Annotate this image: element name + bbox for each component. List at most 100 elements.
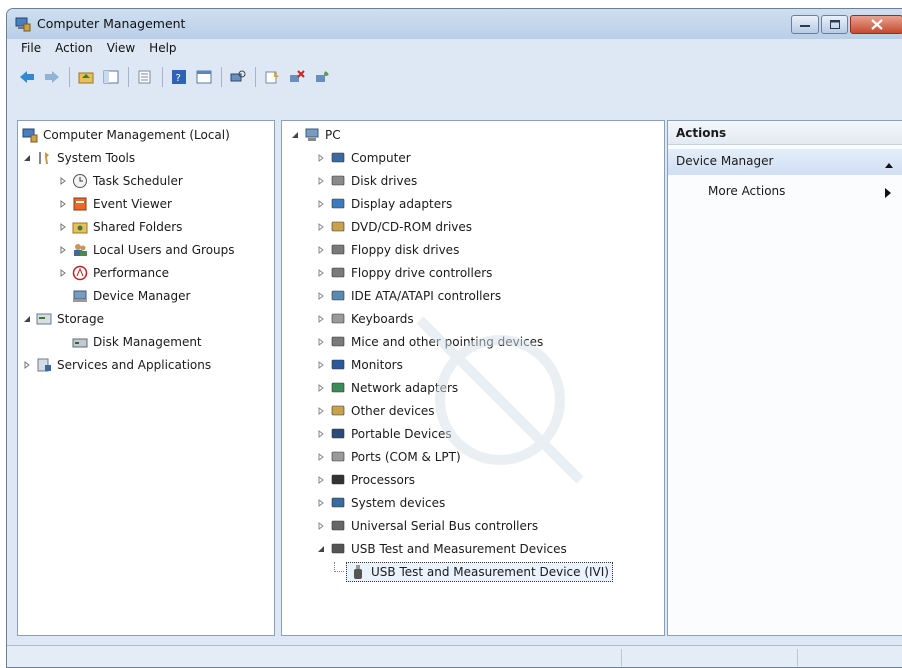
expand-arrow-icon[interactable] <box>58 245 68 255</box>
device-category[interactable]: USB Test and Measurement Devices <box>316 539 567 559</box>
expand-arrow-icon[interactable] <box>316 291 326 301</box>
tree-node-device-manager[interactable]: Device Manager <box>72 286 190 306</box>
selected-device[interactable]: USB Test and Measurement Device (IVI) <box>346 562 613 582</box>
device-category[interactable]: Universal Serial Bus controllers <box>316 516 538 536</box>
expand-arrow-icon[interactable] <box>316 452 326 462</box>
device-category[interactable]: Mice and other pointing devices <box>316 332 543 352</box>
expand-arrow-icon[interactable] <box>316 176 326 186</box>
collapse-up-icon[interactable] <box>885 157 893 171</box>
device-category-icon <box>330 196 346 212</box>
window-title: Computer Management <box>37 16 186 31</box>
tree-node-local-users[interactable]: Local Users and Groups <box>58 240 235 260</box>
submenu-arrow-icon <box>885 187 891 201</box>
forward-icon[interactable] <box>42 67 62 87</box>
expand-arrow-icon[interactable] <box>58 176 68 186</box>
more-actions-item[interactable]: More Actions <box>668 181 902 203</box>
menu-file[interactable]: File <box>15 39 49 59</box>
expand-arrow-icon[interactable] <box>316 360 326 370</box>
title-bar[interactable]: Computer Management <box>7 9 902 39</box>
console-view-icon[interactable] <box>194 67 214 87</box>
device-category[interactable]: Network adapters <box>316 378 458 398</box>
device-category[interactable]: Floppy drive controllers <box>316 263 492 283</box>
tree-node-performance[interactable]: Performance <box>58 263 169 283</box>
menu-help[interactable]: Help <box>143 39 184 59</box>
expand-arrow-icon[interactable] <box>316 406 326 416</box>
expand-arrow-icon[interactable] <box>316 245 326 255</box>
expand-arrow-icon[interactable] <box>316 475 326 485</box>
show-hide-tree-icon[interactable] <box>101 67 121 87</box>
collapse-arrow-icon[interactable] <box>22 153 32 163</box>
tree-label: Task Scheduler <box>93 174 183 188</box>
services-icon <box>36 357 52 373</box>
tree-node-event-viewer[interactable]: Event Viewer <box>58 194 172 214</box>
help-icon[interactable]: ? <box>169 67 189 87</box>
collapse-arrow-icon[interactable] <box>316 544 326 554</box>
expand-arrow-icon[interactable] <box>316 222 326 232</box>
tree-node-storage[interactable]: Storage <box>22 309 104 329</box>
expand-arrow-icon[interactable] <box>316 268 326 278</box>
up-folder-icon[interactable] <box>76 67 96 87</box>
close-button[interactable] <box>850 15 902 34</box>
expand-arrow-icon[interactable] <box>58 222 68 232</box>
device-category[interactable]: DVD/CD-ROM drives <box>316 217 472 237</box>
device-category[interactable]: Processors <box>316 470 415 490</box>
device-tree-label: USB Test and Measurement Devices <box>351 542 567 556</box>
expand-arrow-icon[interactable] <box>316 383 326 393</box>
expand-arrow-icon[interactable] <box>316 199 326 209</box>
device-category[interactable]: Portable Devices <box>316 424 452 444</box>
tree-node-services[interactable]: Services and Applications <box>22 355 211 375</box>
device-category-icon <box>330 334 346 350</box>
device-category[interactable]: System devices <box>316 493 445 513</box>
device-tree-pane[interactable]: PC Computer Disk drives Display adapters DV… <box>281 120 665 636</box>
export-list-icon[interactable] <box>135 67 155 87</box>
actions-section-device-manager[interactable]: Device Manager <box>668 149 902 175</box>
device-category[interactable]: Monitors <box>316 355 403 375</box>
tree-node-system-tools[interactable]: System Tools <box>22 148 135 168</box>
device-category[interactable]: Keyboards <box>316 309 414 329</box>
uninstall-icon[interactable] <box>287 67 307 87</box>
toolbar-separator <box>221 67 222 87</box>
menu-view[interactable]: View <box>101 39 143 59</box>
device-node-selected[interactable]: USB Test and Measurement Device (IVI) <box>334 562 613 582</box>
collapse-arrow-icon[interactable] <box>22 314 32 324</box>
expand-arrow-icon[interactable] <box>316 521 326 531</box>
toolbar-separator <box>69 67 70 87</box>
device-category[interactable]: IDE ATA/ATAPI controllers <box>316 286 501 306</box>
toolbar-separator <box>255 67 256 87</box>
tree-label: Event Viewer <box>93 197 172 211</box>
expand-arrow-icon[interactable] <box>58 268 68 278</box>
maximize-button[interactable] <box>821 15 848 34</box>
menu-action[interactable]: Action <box>49 39 101 59</box>
expand-arrow-icon[interactable] <box>316 337 326 347</box>
device-category[interactable]: Floppy disk drives <box>316 240 459 260</box>
tree-node-disk-management[interactable]: Disk Management <box>72 332 202 352</box>
expand-arrow-icon[interactable] <box>58 199 68 209</box>
navigation-tree-pane[interactable]: Computer Management (Local) System Tools… <box>17 120 275 636</box>
device-tree-root[interactable]: PC <box>290 125 341 145</box>
disable-icon[interactable] <box>312 67 332 87</box>
performance-icon <box>72 265 88 281</box>
event-viewer-icon <box>72 196 88 212</box>
shared-folder-icon <box>72 219 88 235</box>
device-category[interactable]: Ports (COM & LPT) <box>316 447 461 467</box>
device-category[interactable]: Other devices <box>316 401 435 421</box>
update-driver-icon[interactable] <box>262 67 282 87</box>
device-category[interactable]: Computer <box>316 148 411 168</box>
collapse-arrow-icon[interactable] <box>290 130 300 140</box>
tree-node-task-scheduler[interactable]: Task Scheduler <box>58 171 183 191</box>
expand-arrow-icon[interactable] <box>22 360 32 370</box>
back-icon[interactable] <box>17 67 37 87</box>
device-category[interactable]: Display adapters <box>316 194 452 214</box>
expand-arrow-icon[interactable] <box>316 498 326 508</box>
device-tree-label: IDE ATA/ATAPI controllers <box>351 289 502 303</box>
device-tree-label: Display adapters <box>351 197 453 211</box>
tree-node-shared-folders[interactable]: Shared Folders <box>58 217 182 237</box>
status-divider <box>797 649 798 666</box>
device-category[interactable]: Disk drives <box>316 171 417 191</box>
scan-hardware-icon[interactable] <box>228 67 248 87</box>
tree-node-root[interactable]: Computer Management (Local) <box>22 125 230 145</box>
expand-arrow-icon[interactable] <box>316 429 326 439</box>
expand-arrow-icon[interactable] <box>316 314 326 324</box>
minimize-button[interactable] <box>791 15 819 34</box>
expand-arrow-icon[interactable] <box>316 153 326 163</box>
